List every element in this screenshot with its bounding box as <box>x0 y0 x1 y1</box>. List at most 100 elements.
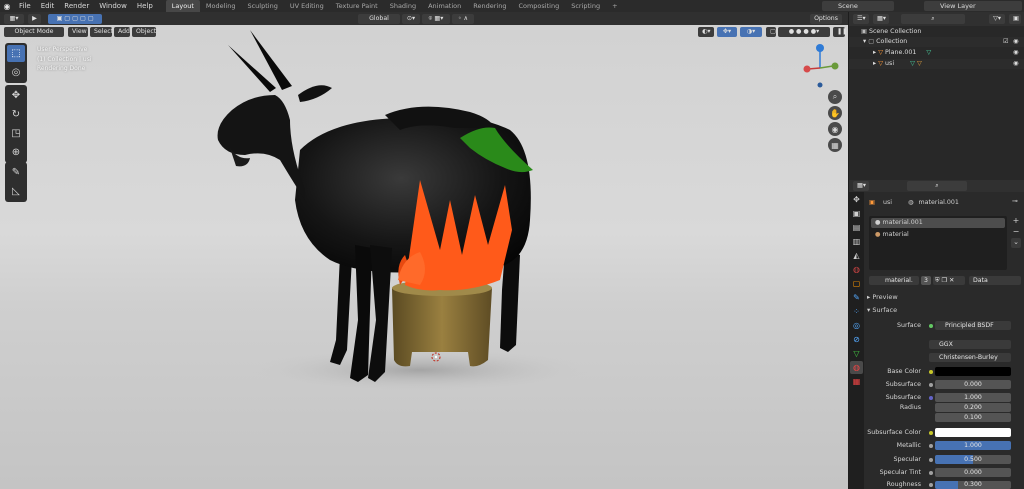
eye-icon[interactable]: ◉ <box>1013 59 1019 69</box>
visibility-icon[interactable]: ◐▾ <box>698 27 714 37</box>
tab-modeling[interactable]: Modeling <box>200 0 242 12</box>
xray-icon[interactable]: ▢ <box>766 27 776 37</box>
tool-tab-icon[interactable]: ✥ <box>850 193 863 206</box>
select-box-icon[interactable]: ⬚ <box>7 45 25 62</box>
editor-type-icon[interactable]: ▦▾ <box>4 13 24 24</box>
tab-sculpting[interactable]: Sculpting <box>241 0 283 12</box>
checkbox-icon[interactable]: ☑ <box>1003 37 1009 47</box>
specular-slider[interactable]: 0.500 <box>935 455 1011 464</box>
eye-icon[interactable]: ◉ <box>1013 48 1019 58</box>
gizmo-toggle-icon[interactable]: ✥▾ <box>717 27 737 37</box>
datablock-actions[interactable]: ⛨ ❐ ✕ <box>933 276 965 285</box>
output-tab-icon[interactable]: ▤ <box>850 221 863 234</box>
eye-icon[interactable]: ◉ <box>1013 37 1019 47</box>
menu-add[interactable]: Add <box>114 27 130 37</box>
subsurface-field[interactable]: 0.000 <box>935 380 1011 389</box>
tab-texture-paint[interactable]: Texture Paint <box>330 0 384 12</box>
display-mode-icon[interactable]: ▦▾ <box>873 14 889 24</box>
orientation-selector[interactable]: Global <box>358 13 400 24</box>
data-tab-icon[interactable]: ▽ <box>850 347 863 360</box>
camera-icon[interactable]: ◉ <box>828 122 842 136</box>
outliner-item-plane[interactable]: ▸ ▽ Plane.001 ▽ ◉ <box>849 48 1024 58</box>
subsurface-radius-y[interactable]: 0.200 <box>935 403 1011 412</box>
specular-tint-slider[interactable]: 0.000 <box>935 468 1011 477</box>
object-tab-icon[interactable]: ▢ <box>850 277 863 290</box>
zoom-icon[interactable]: ⌕ <box>828 90 842 104</box>
outliner-editor-icon[interactable]: ☰▾ <box>853 14 869 24</box>
search-icon[interactable]: ⌕ <box>901 14 965 24</box>
menu-window[interactable]: Window <box>94 0 132 12</box>
scale-icon[interactable]: ◳ <box>7 125 25 142</box>
texture-tab-icon[interactable]: ▦ <box>850 375 863 388</box>
base-color-swatch[interactable] <box>935 367 1011 376</box>
grid-icon[interactable]: ▦ <box>828 138 842 152</box>
measure-icon[interactable]: ◺ <box>7 183 25 200</box>
tab-scripting[interactable]: Scripting <box>565 0 606 12</box>
shading-mode-buttons[interactable]: ● ● ● ●▾ <box>778 27 830 37</box>
pause-icon[interactable]: ❚❚ <box>833 27 847 37</box>
slot-menu-icon[interactable]: ⌄ <box>1011 238 1021 248</box>
options-button[interactable]: Options <box>810 13 842 24</box>
outliner-scene-collection[interactable]: ▣ Scene Collection <box>849 27 1024 37</box>
tab-shading[interactable]: Shading <box>384 0 422 12</box>
pin-icon[interactable]: ⊸ <box>1012 197 1018 205</box>
hand-icon[interactable]: ✋ <box>828 106 842 120</box>
roughness-slider[interactable]: 0.300 <box>935 481 1011 489</box>
preview-panel-header[interactable]: ▸ Preview <box>867 292 1021 302</box>
move-icon[interactable]: ✥ <box>7 87 25 104</box>
menu-object[interactable]: Object <box>132 27 156 37</box>
add-slot-icon[interactable]: + <box>1011 216 1021 226</box>
modifier-tab-icon[interactable]: ✎ <box>850 291 863 304</box>
tab-uv-editing[interactable]: UV Editing <box>284 0 330 12</box>
scene-tab-icon[interactable]: ◭ <box>850 249 863 262</box>
cursor-icon[interactable]: ◎ <box>7 64 25 81</box>
tab-compositing[interactable]: Compositing <box>512 0 565 12</box>
menu-view[interactable]: View <box>68 27 88 37</box>
surface-shader-field[interactable]: Principled BSDF <box>935 321 1011 330</box>
menu-select[interactable]: Select <box>90 27 113 37</box>
overlay-toggle-icon[interactable]: ◑▾ <box>740 27 762 37</box>
annotate-icon[interactable]: ✎ <box>7 164 25 181</box>
mode-selector[interactable]: Object Mode <box>4 27 64 37</box>
selection-mode-buttons[interactable]: ▣ ▢ ▢ ▢ ▢ <box>48 13 102 24</box>
subsurface-method-dropdown[interactable]: Christensen-Burley <box>929 353 1011 362</box>
view-layer-selector[interactable]: View Layer <box>924 1 1022 11</box>
tab-rendering[interactable]: Rendering <box>467 0 512 12</box>
filter-icon[interactable]: ▽▾ <box>989 14 1005 24</box>
particles-tab-icon[interactable]: ⁘ <box>850 305 863 318</box>
properties-editor-icon[interactable]: ▦▾ <box>853 181 869 191</box>
rotate-icon[interactable]: ↻ <box>7 106 25 123</box>
subsurface-radius-z[interactable]: 0.100 <box>935 413 1011 422</box>
constraints-tab-icon[interactable]: ⊘ <box>850 333 863 346</box>
pivot-icon[interactable]: ⊙▾ <box>402 13 420 24</box>
transform-icon[interactable]: ⊕ <box>7 144 25 161</box>
tab-animation[interactable]: Animation <box>422 0 467 12</box>
3d-viewport[interactable]: User Perspective (1) Collection | usi Re… <box>0 25 848 489</box>
material-datablock-field[interactable]: material. <box>869 276 919 285</box>
world-tab-icon[interactable]: ◍ <box>850 263 863 276</box>
metallic-slider[interactable]: 1.000 <box>935 441 1011 450</box>
scene-selector[interactable]: Scene <box>822 1 894 11</box>
snap-icon[interactable]: ⌾ ▦▾ <box>422 13 450 24</box>
tweak-icon[interactable]: ▶ <box>28 13 41 24</box>
distribution-dropdown[interactable]: GGX <box>929 340 1011 349</box>
menu-help[interactable]: Help <box>132 0 158 12</box>
subsurface-radius-x[interactable]: 1.000 <box>935 393 1011 402</box>
blender-logo-icon[interactable]: ◉ <box>0 0 14 12</box>
subsurface-color-swatch[interactable] <box>935 428 1011 437</box>
menu-render[interactable]: Render <box>59 0 94 12</box>
add-workspace-button[interactable]: + <box>606 0 623 12</box>
surface-panel-header[interactable]: ▾ Surface <box>867 305 1021 315</box>
remove-slot-icon[interactable]: − <box>1011 227 1021 237</box>
tab-layout[interactable]: Layout <box>165 0 200 12</box>
material-tab-icon[interactable]: ◍ <box>850 361 863 374</box>
menu-file[interactable]: File <box>14 0 36 12</box>
outliner-item-usi[interactable]: ▸ ▽ usi ▽ ▽ ◉ <box>849 59 1024 69</box>
material-slot-2[interactable]: ● material <box>871 230 1005 240</box>
new-collection-icon[interactable]: ▣ <box>1009 14 1021 24</box>
material-slot-1[interactable]: ● material.001 <box>871 218 1005 228</box>
render-tab-icon[interactable]: ▣ <box>850 207 863 220</box>
outliner-collection[interactable]: ▾ ▢ Collection ☑ ◉ <box>849 37 1024 47</box>
link-selector[interactable]: Data <box>969 276 1021 285</box>
user-count[interactable]: 3 <box>921 276 931 285</box>
